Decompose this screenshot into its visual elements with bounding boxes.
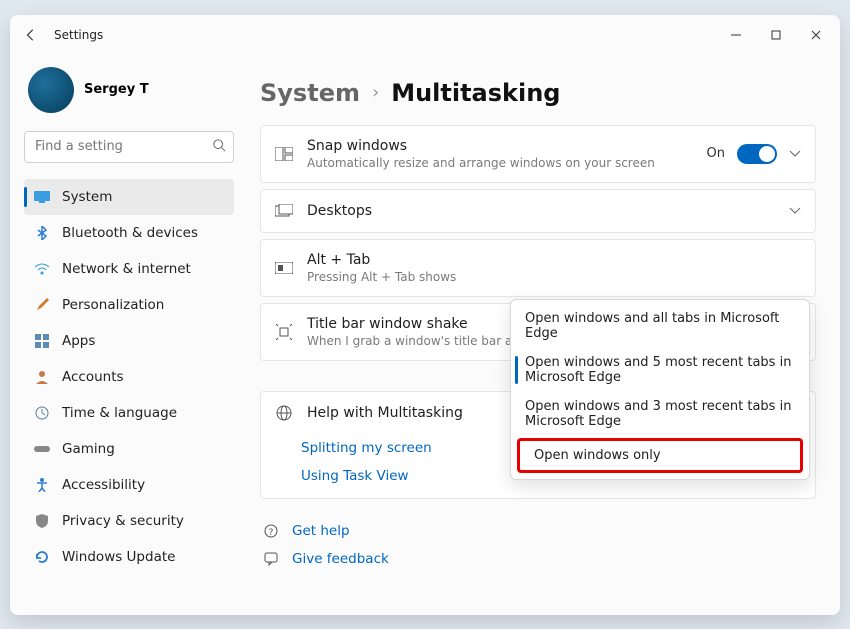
alt-tab-row[interactable]: Alt + Tab Pressing Alt + Tab shows xyxy=(260,239,816,297)
sidebar-item-time[interactable]: Time & language xyxy=(24,395,234,431)
sidebar-item-accounts[interactable]: Accounts xyxy=(24,359,234,395)
sidebar-item-gaming[interactable]: Gaming xyxy=(24,431,234,467)
search-box xyxy=(24,131,234,163)
sidebar-item-label: Accessibility xyxy=(62,477,145,493)
breadcrumb: System › Multitasking xyxy=(260,65,816,125)
maximize-button[interactable] xyxy=(756,20,796,50)
chevron-right-icon: › xyxy=(372,82,379,103)
sidebar-item-bluetooth[interactable]: Bluetooth & devices xyxy=(24,215,234,251)
sidebar-item-label: Accounts xyxy=(62,369,124,385)
desktops-icon xyxy=(275,202,293,220)
search-input[interactable] xyxy=(24,131,234,163)
chevron-down-icon[interactable] xyxy=(789,207,801,215)
help-icon: ? xyxy=(264,524,280,538)
nav: System Bluetooth & devices Network & int… xyxy=(24,179,234,575)
avatar xyxy=(28,67,74,113)
sidebar-item-label: Bluetooth & devices xyxy=(62,225,198,241)
sidebar-item-label: Personalization xyxy=(62,297,164,313)
row-subtitle: Pressing Alt + Tab shows xyxy=(307,270,801,284)
dropdown-option[interactable]: Open windows and 3 most recent tabs in M… xyxy=(511,392,809,436)
back-button[interactable] xyxy=(14,18,48,52)
svg-text:?: ? xyxy=(269,528,274,538)
minimize-button[interactable] xyxy=(716,20,756,50)
alttab-icon xyxy=(275,259,293,277)
get-help-link[interactable]: ? Get help xyxy=(260,517,816,545)
dropdown-option-highlighted[interactable]: Open windows only xyxy=(517,438,803,473)
brush-icon xyxy=(34,297,50,313)
sidebar-item-label: Gaming xyxy=(62,441,115,457)
gaming-icon xyxy=(34,441,50,457)
sidebar-item-system[interactable]: System xyxy=(24,179,234,215)
sidebar: Sergey T System Bluetooth & devices xyxy=(10,55,248,615)
sidebar-item-label: Time & language xyxy=(62,405,177,421)
bluetooth-icon xyxy=(34,225,50,241)
snap-toggle[interactable] xyxy=(737,144,777,164)
row-title: Alt + Tab xyxy=(307,252,801,268)
desktops-row[interactable]: Desktops xyxy=(260,189,816,233)
profile-name: Sergey T xyxy=(84,82,149,97)
sidebar-item-personalization[interactable]: Personalization xyxy=(24,287,234,323)
sidebar-item-privacy[interactable]: Privacy & security xyxy=(24,503,234,539)
close-button[interactable] xyxy=(796,20,836,50)
sidebar-item-accessibility[interactable]: Accessibility xyxy=(24,467,234,503)
chevron-down-icon[interactable] xyxy=(789,150,801,158)
window-controls xyxy=(716,20,836,50)
breadcrumb-parent[interactable]: System xyxy=(260,79,360,107)
sidebar-item-label: Network & internet xyxy=(62,261,191,277)
shield-icon xyxy=(34,513,50,529)
sidebar-item-label: Windows Update xyxy=(62,549,175,565)
dropdown-option[interactable]: Open windows and all tabs in Microsoft E… xyxy=(511,304,809,348)
sidebar-item-update[interactable]: Windows Update xyxy=(24,539,234,575)
sidebar-item-apps[interactable]: Apps xyxy=(24,323,234,359)
apps-icon xyxy=(34,333,50,349)
snap-icon xyxy=(275,145,293,163)
sidebar-item-label: System xyxy=(62,189,112,205)
content: System › Multitasking Snap windows Autom… xyxy=(248,55,840,615)
globe-icon xyxy=(275,404,293,422)
profile[interactable]: Sergey T xyxy=(24,61,234,123)
row-title: Desktops xyxy=(307,203,775,219)
search-icon xyxy=(212,138,226,152)
snap-windows-row[interactable]: Snap windows Automatically resize and ar… xyxy=(260,125,816,183)
person-icon xyxy=(34,369,50,385)
toggle-state-label: On xyxy=(707,146,725,161)
shake-icon xyxy=(275,323,293,341)
row-subtitle: Automatically resize and arrange windows… xyxy=(307,156,693,170)
row-title: Snap windows xyxy=(307,138,693,154)
accessibility-icon xyxy=(34,477,50,493)
page-title: Multitasking xyxy=(391,79,560,107)
sidebar-item-label: Privacy & security xyxy=(62,513,184,529)
link-label: Give feedback xyxy=(292,551,389,567)
sidebar-item-network[interactable]: Network & internet xyxy=(24,251,234,287)
display-icon xyxy=(34,189,50,205)
titlebar: Settings xyxy=(10,15,840,55)
update-icon xyxy=(34,549,50,565)
feedback-icon xyxy=(264,552,280,566)
wifi-icon xyxy=(34,261,50,277)
link-label: Get help xyxy=(292,523,350,539)
footer-links: ? Get help Give feedback xyxy=(260,517,816,573)
window-title: Settings xyxy=(54,28,103,42)
dropdown-option-selected[interactable]: Open windows and 5 most recent tabs in M… xyxy=(511,348,809,392)
sidebar-item-label: Apps xyxy=(62,333,95,349)
give-feedback-link[interactable]: Give feedback xyxy=(260,545,816,573)
alttab-dropdown: Open windows and all tabs in Microsoft E… xyxy=(510,299,810,480)
settings-window: Settings Sergey T System xyxy=(10,15,840,615)
clock-globe-icon xyxy=(34,405,50,421)
